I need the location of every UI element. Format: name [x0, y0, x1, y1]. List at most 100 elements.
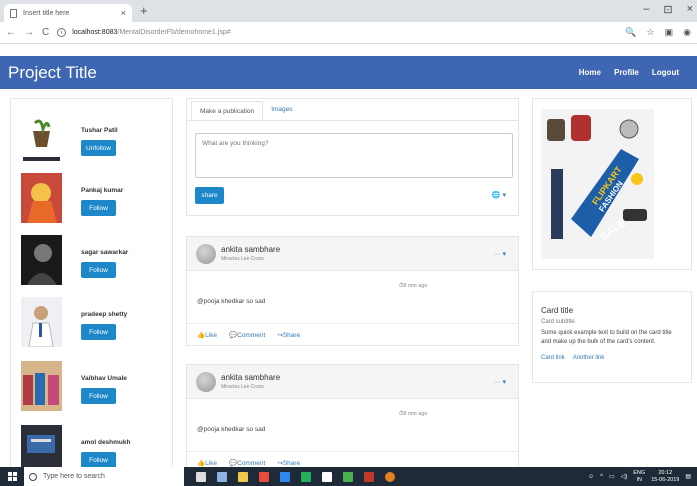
- cortana-icon: [29, 472, 37, 481]
- app-icon[interactable]: [301, 471, 311, 482]
- tab-images[interactable]: Images: [263, 99, 300, 120]
- forward-button[interactable]: →: [24, 27, 34, 38]
- taskbar-apps: [196, 471, 395, 482]
- avatar[interactable]: [196, 372, 216, 392]
- maximize-button[interactable]: ⊡: [663, 3, 672, 16]
- minimize-button[interactable]: –: [643, 3, 649, 16]
- follow-item: pradeep shetty Follow: [21, 297, 171, 353]
- avatar: [21, 173, 62, 223]
- avatar: [21, 297, 62, 347]
- avatar[interactable]: [196, 244, 216, 264]
- follow-name: sagar sawarkar: [81, 249, 129, 256]
- taskbar-search[interactable]: Type here to search: [24, 467, 184, 486]
- follow-name: Pankaj kumar: [81, 187, 124, 194]
- nav-profile-link[interactable]: Profile: [614, 68, 639, 77]
- card-subtitle: Card subtitle: [541, 319, 575, 325]
- another-link[interactable]: Another link: [573, 355, 605, 361]
- app-icon[interactable]: [322, 471, 332, 482]
- reload-button[interactable]: C: [42, 27, 49, 38]
- url-path: /MentalDisorderFb/demohome1.jsp#: [117, 29, 231, 36]
- comment-button[interactable]: 💬Comment: [229, 331, 265, 339]
- share-post-button[interactable]: ↪Share: [277, 331, 300, 339]
- brand-title[interactable]: Project Title: [8, 63, 97, 83]
- browser-tab[interactable]: Insert title here ×: [4, 4, 132, 22]
- post-card: ankita sambhare Miracles Lee Cross ··· ▾…: [186, 236, 519, 346]
- follow-button[interactable]: Follow: [81, 200, 116, 216]
- post-author[interactable]: ankita sambhare: [221, 245, 280, 254]
- chrome-icon[interactable]: [385, 471, 395, 482]
- follow-name: Vaibhav Umale: [81, 375, 127, 382]
- post-menu-button[interactable]: ··· ▾: [494, 378, 506, 386]
- star-icon[interactable]: ☆: [647, 27, 655, 38]
- post-header: ankita sambhare Miracles Lee Cross ··· ▾: [187, 365, 518, 399]
- info-icon[interactable]: i: [57, 28, 67, 37]
- system-tray: ☺ ^ ▭ ◁) ENG IN 20:12 15-06-2019 ▤: [588, 470, 697, 484]
- post-header: ankita sambhare Miracles Lee Cross ··· ▾: [187, 237, 518, 271]
- app-icon[interactable]: [343, 471, 353, 482]
- post-time: ⏱8 min ago: [399, 283, 428, 289]
- notifications-icon[interactable]: ▤: [685, 473, 691, 480]
- ad-banner-image[interactable]: FLIPKART FASHION SALE: [541, 109, 654, 259]
- tray-chevron-icon[interactable]: ^: [600, 474, 603, 480]
- people-icon[interactable]: ☺: [588, 474, 594, 480]
- extension-icon[interactable]: ▣: [665, 27, 674, 38]
- network-icon[interactable]: ▭: [609, 473, 615, 480]
- follow-item: Tushar Patil Unfollow: [21, 113, 171, 169]
- card-links: Card link Another link: [541, 355, 683, 361]
- follow-name: Tushar Patil: [81, 127, 118, 134]
- task-view-icon[interactable]: [217, 471, 227, 482]
- tab-close-icon[interactable]: ×: [121, 8, 126, 18]
- url-host: localhost:8083: [72, 29, 118, 36]
- unfollow-button[interactable]: Unfollow: [81, 140, 116, 156]
- browser-toolbar: 🔍 ☆ ▣ ◉: [625, 27, 691, 38]
- app-navbar: Project Title Home Profile Logout: [0, 56, 697, 89]
- language-indicator[interactable]: ENG IN: [633, 470, 645, 484]
- url-input[interactable]: i localhost:8083/MentalDisorderFb/demoho…: [57, 25, 625, 41]
- publication-composer: Make a publication Images share 🌐 ▾: [186, 98, 519, 216]
- like-button[interactable]: 👍Like: [197, 331, 217, 339]
- privacy-dropdown[interactable]: 🌐 ▾: [492, 191, 506, 199]
- composer-tabs: Make a publication Images: [187, 99, 518, 121]
- follow-item: sagar sawarkar Follow: [21, 235, 171, 291]
- post-menu-button[interactable]: ··· ▾: [494, 250, 506, 258]
- account-icon[interactable]: ◉: [683, 27, 691, 38]
- nav-logout-link[interactable]: Logout: [652, 68, 679, 77]
- firefox-icon[interactable]: [259, 471, 269, 482]
- tab-make-publication[interactable]: Make a publication: [191, 101, 264, 120]
- avatar: [21, 361, 62, 411]
- post-text: @pooja khedkar so sad: [197, 298, 266, 305]
- nav-links: Home Profile Logout: [579, 68, 679, 77]
- publication-textarea[interactable]: [195, 133, 513, 178]
- nav-home-link[interactable]: Home: [579, 68, 601, 77]
- like-button[interactable]: 👍Like: [197, 459, 217, 467]
- follow-button[interactable]: Follow: [81, 452, 116, 467]
- comment-button[interactable]: 💬Comment: [229, 459, 265, 467]
- start-button[interactable]: [0, 467, 24, 486]
- clock[interactable]: 20:12 15-06-2019: [651, 470, 679, 484]
- window-controls: – ⊡ ×: [643, 3, 693, 16]
- edge-icon[interactable]: [280, 471, 290, 482]
- follow-item: Vaibhav Umale Follow: [21, 361, 171, 417]
- card-link[interactable]: Card link: [541, 355, 565, 361]
- mic-icon[interactable]: [196, 471, 206, 482]
- volume-icon[interactable]: ◁): [621, 473, 628, 480]
- close-window-button[interactable]: ×: [687, 3, 693, 16]
- address-bar: ← → C i localhost:8083/MentalDisorderFb/…: [0, 22, 697, 44]
- share-button[interactable]: share: [195, 187, 224, 204]
- post-time: ⏱8 min ago: [399, 411, 428, 417]
- ad-card: FLIPKART FASHION SALE: [532, 98, 692, 270]
- file-explorer-icon[interactable]: [238, 471, 248, 482]
- new-tab-button[interactable]: +: [140, 3, 148, 18]
- avatar: [21, 235, 62, 285]
- follow-button[interactable]: Follow: [81, 324, 116, 340]
- avatar: [21, 113, 62, 163]
- share-post-button[interactable]: ↪Share: [277, 459, 300, 467]
- follow-button[interactable]: Follow: [81, 388, 116, 404]
- follow-button[interactable]: Follow: [81, 262, 116, 278]
- app-icon[interactable]: [364, 471, 374, 482]
- back-button[interactable]: ←: [6, 27, 16, 38]
- info-card: Card title Card subtitle Some quick exam…: [532, 291, 692, 383]
- zoom-icon[interactable]: 🔍: [625, 27, 636, 38]
- follow-item: amol deshmukh Follow: [21, 425, 171, 467]
- post-author[interactable]: ankita sambhare: [221, 373, 280, 382]
